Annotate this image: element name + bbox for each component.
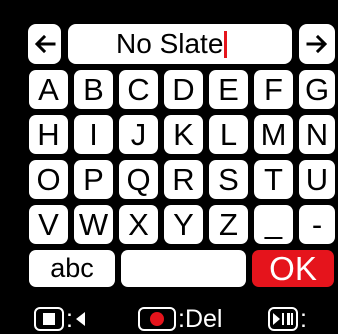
key-y[interactable]: Y <box>164 205 203 244</box>
ok-button[interactable]: OK <box>252 250 334 287</box>
key-x[interactable]: X <box>119 205 158 244</box>
key-j[interactable]: J <box>119 115 158 154</box>
cursor-left-button[interactable] <box>28 24 61 64</box>
footer-hints: : :Del : <box>0 303 338 334</box>
play-pause-button-icon <box>268 307 298 331</box>
footer-delete-hint: :Del <box>138 304 223 333</box>
key-e[interactable]: E <box>209 70 248 109</box>
delete-label: :Del <box>178 304 223 333</box>
key-m[interactable]: M <box>254 115 293 154</box>
key-k[interactable]: K <box>164 115 203 154</box>
footer-colon: : <box>66 304 73 333</box>
cursor-right-button[interactable] <box>299 24 335 64</box>
stop-button-icon <box>34 307 64 331</box>
key-hyphen[interactable]: - <box>299 205 335 244</box>
left-arrow-icon <box>34 34 55 54</box>
text-input-value: No Slate <box>116 28 224 59</box>
key-c[interactable]: C <box>119 70 158 109</box>
key-p[interactable]: P <box>74 160 113 199</box>
key-u[interactable]: U <box>299 160 335 199</box>
footer-stop-hint: : <box>34 304 86 333</box>
key-z[interactable]: Z <box>209 205 248 244</box>
key-f[interactable]: F <box>254 70 293 109</box>
screen: No Slate A B C D E F G H I J K L M N O P Q R S T U V W X Y Z _ - ab… <box>0 0 338 334</box>
right-arrow-icon <box>306 34 328 54</box>
key-l[interactable]: L <box>209 115 248 154</box>
key-s[interactable]: S <box>209 160 248 199</box>
text-cursor <box>224 30 228 58</box>
key-r[interactable]: R <box>164 160 203 199</box>
key-n[interactable]: N <box>299 115 335 154</box>
mode-toggle-button[interactable]: abc <box>29 250 115 287</box>
key-a[interactable]: A <box>29 70 68 109</box>
key-w[interactable]: W <box>74 205 113 244</box>
key-d[interactable]: D <box>164 70 203 109</box>
key-o[interactable]: O <box>29 160 68 199</box>
text-input-field[interactable]: No Slate <box>68 24 292 64</box>
key-underscore[interactable]: _ <box>254 205 293 244</box>
footer-colon: : <box>300 304 307 333</box>
key-v[interactable]: V <box>29 205 68 244</box>
left-triangle-icon <box>75 312 85 326</box>
key-t[interactable]: T <box>254 160 293 199</box>
key-b[interactable]: B <box>74 70 113 109</box>
key-i[interactable]: I <box>74 115 113 154</box>
footer-play-hint: : <box>268 304 308 333</box>
key-q[interactable]: Q <box>119 160 158 199</box>
record-button-icon <box>138 307 176 331</box>
key-h[interactable]: H <box>29 115 68 154</box>
space-key[interactable] <box>121 250 246 287</box>
key-g[interactable]: G <box>299 70 335 109</box>
